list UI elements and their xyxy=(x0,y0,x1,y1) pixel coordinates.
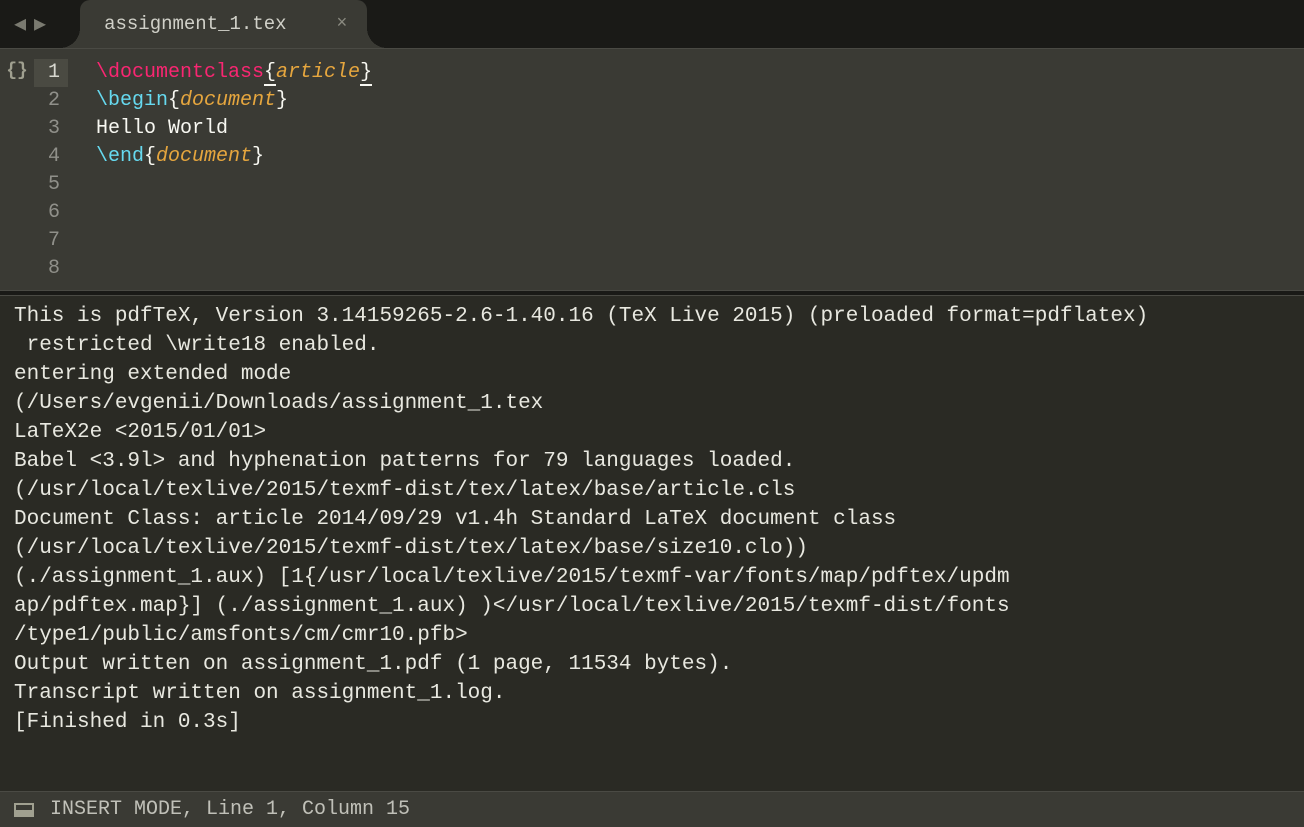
line-number: 3 xyxy=(34,115,60,143)
code-content[interactable]: \documentclass{article} \begin{document}… xyxy=(68,49,1304,290)
status-text: INSERT MODE, Line 1, Column 15 xyxy=(50,798,410,821)
latex-command: \documentclass xyxy=(96,61,264,84)
line-number: 2 xyxy=(34,87,60,115)
latex-command: \end xyxy=(96,145,144,168)
tab-filename: assignment_1.tex xyxy=(104,13,286,35)
code-line[interactable]: \begin{document} xyxy=(96,87,1304,115)
line-number: 6 xyxy=(34,199,60,227)
brace-close: } xyxy=(360,61,372,86)
fold-gutter: {} xyxy=(0,49,34,290)
brace-open: { xyxy=(144,145,156,168)
line-number: 4 xyxy=(34,143,60,171)
tab-bar: ◀ ▶ assignment_1.tex × xyxy=(0,0,1304,48)
file-tab[interactable]: assignment_1.tex × xyxy=(80,0,367,48)
build-output-panel[interactable]: This is pdfTeX, Version 3.14159265-2.6-1… xyxy=(0,296,1304,791)
code-line[interactable]: Hello World xyxy=(96,115,1304,143)
console-output: This is pdfTeX, Version 3.14159265-2.6-1… xyxy=(14,305,1148,734)
nav-arrows: ◀ ▶ xyxy=(0,11,60,37)
line-number: 5 xyxy=(34,171,60,199)
line-number: 7 xyxy=(34,227,60,255)
brackets-icon: {} xyxy=(6,61,28,81)
line-number-gutter: 1 2 3 4 5 6 7 8 xyxy=(34,49,68,290)
code-text: Hello World xyxy=(96,117,228,140)
brace-open: { xyxy=(168,89,180,112)
line-number: 1 xyxy=(34,59,68,87)
code-line[interactable]: \end{document} xyxy=(96,143,1304,171)
brace-close: } xyxy=(276,89,288,112)
latex-argument: article xyxy=(276,61,360,84)
panel-toggle-icon[interactable] xyxy=(14,803,34,817)
code-line[interactable]: \documentclass{article} xyxy=(96,59,1304,87)
brace-open: { xyxy=(264,61,276,86)
line-number: 8 xyxy=(34,255,60,283)
nav-forward-icon[interactable]: ▶ xyxy=(34,11,46,37)
latex-argument: document xyxy=(156,145,252,168)
latex-command: \begin xyxy=(96,89,168,112)
status-bar: INSERT MODE, Line 1, Column 15 xyxy=(0,791,1304,827)
latex-argument: document xyxy=(180,89,276,112)
brace-close: } xyxy=(252,145,264,168)
nav-back-icon[interactable]: ◀ xyxy=(14,11,26,37)
editor-area[interactable]: {} 1 2 3 4 5 6 7 8 \documentclass{articl… xyxy=(0,48,1304,290)
close-icon[interactable]: × xyxy=(337,14,348,34)
